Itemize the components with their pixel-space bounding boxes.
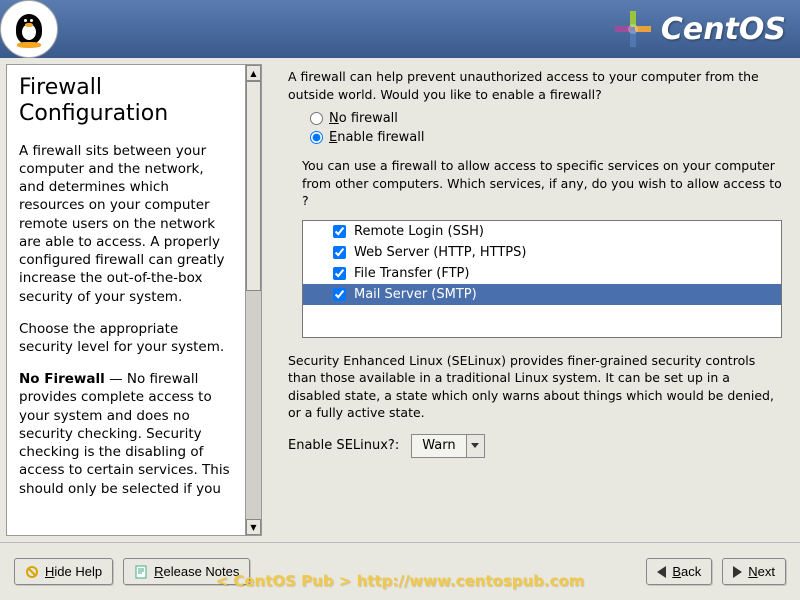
content-panel: A firewall can help prevent unauthorized… (262, 58, 800, 542)
firewall-intro-text: A firewall can help prevent unauthorized… (282, 68, 782, 103)
service-checkbox[interactable] (333, 246, 346, 259)
services-list: Remote Login (SSH) Web Server (HTTP, HTTP… (302, 220, 782, 338)
watermark-text: < CentOS Pub > http://www.centospub.com (216, 572, 585, 590)
chevron-down-icon[interactable] (466, 435, 484, 457)
brand-text: CentOS (661, 12, 786, 47)
scroll-down-button[interactable]: ▼ (246, 519, 261, 535)
service-row[interactable]: Remote Login (SSH) (303, 221, 781, 242)
help-paragraph: No Firewall — No firewall provides compl… (19, 370, 233, 498)
service-label: File Transfer (FTP) (354, 266, 469, 281)
help-title: Firewall Configuration (19, 75, 233, 128)
service-label: Remote Login (SSH) (354, 224, 484, 239)
service-row[interactable]: Web Server (HTTP, HTTPS) (303, 242, 781, 263)
release-notes-icon (134, 565, 148, 579)
release-notes-button[interactable]: Release Notes (123, 558, 250, 585)
scroll-thumb[interactable] (246, 81, 261, 291)
services-intro-text: You can use a firewall to allow access t… (302, 157, 782, 210)
tux-logo (0, 0, 58, 58)
help-paragraph: A firewall sits between your computer an… (19, 142, 233, 306)
service-checkbox[interactable] (333, 267, 346, 280)
radio-enable-firewall[interactable]: Enable firewall (310, 128, 782, 147)
centos-logo-icon (613, 9, 653, 49)
selinux-dropdown-value: Warn (412, 435, 465, 456)
selinux-dropdown[interactable]: Warn (411, 434, 484, 458)
selinux-intro-text: Security Enhanced Linux (SELinux) provid… (282, 352, 782, 422)
centos-brand: CentOS (613, 9, 786, 49)
header: CentOS (0, 0, 800, 58)
back-button[interactable]: Back (646, 558, 712, 585)
service-label: Mail Server (SMTP) (354, 287, 477, 302)
scroll-up-button[interactable]: ▲ (246, 65, 261, 81)
next-button[interactable]: Next (722, 558, 786, 585)
selinux-label: Enable SELinux?: (288, 438, 399, 453)
help-panel: Firewall Configuration A firewall sits b… (6, 64, 246, 536)
service-row[interactable]: File Transfer (FTP) (303, 263, 781, 284)
radio-enable-firewall-input[interactable] (310, 131, 323, 144)
scroll-track[interactable] (246, 81, 261, 519)
radio-no-firewall-input[interactable] (310, 112, 323, 125)
footer: Hide Help Release Notes Back Next < Cent… (0, 542, 800, 600)
service-checkbox[interactable] (333, 288, 346, 301)
arrow-right-icon (733, 566, 742, 578)
hide-help-icon (25, 565, 39, 579)
service-checkbox[interactable] (333, 225, 346, 238)
arrow-left-icon (657, 566, 666, 578)
hide-help-button[interactable]: Hide Help (14, 558, 113, 585)
radio-no-firewall[interactable]: No firewall (310, 109, 782, 128)
help-scrollbar[interactable]: ▲ ▼ (246, 64, 262, 536)
help-paragraph: Choose the appropriate security level fo… (19, 320, 233, 356)
service-row[interactable]: Mail Server (SMTP) (303, 284, 781, 305)
service-label: Web Server (HTTP, HTTPS) (354, 245, 526, 260)
